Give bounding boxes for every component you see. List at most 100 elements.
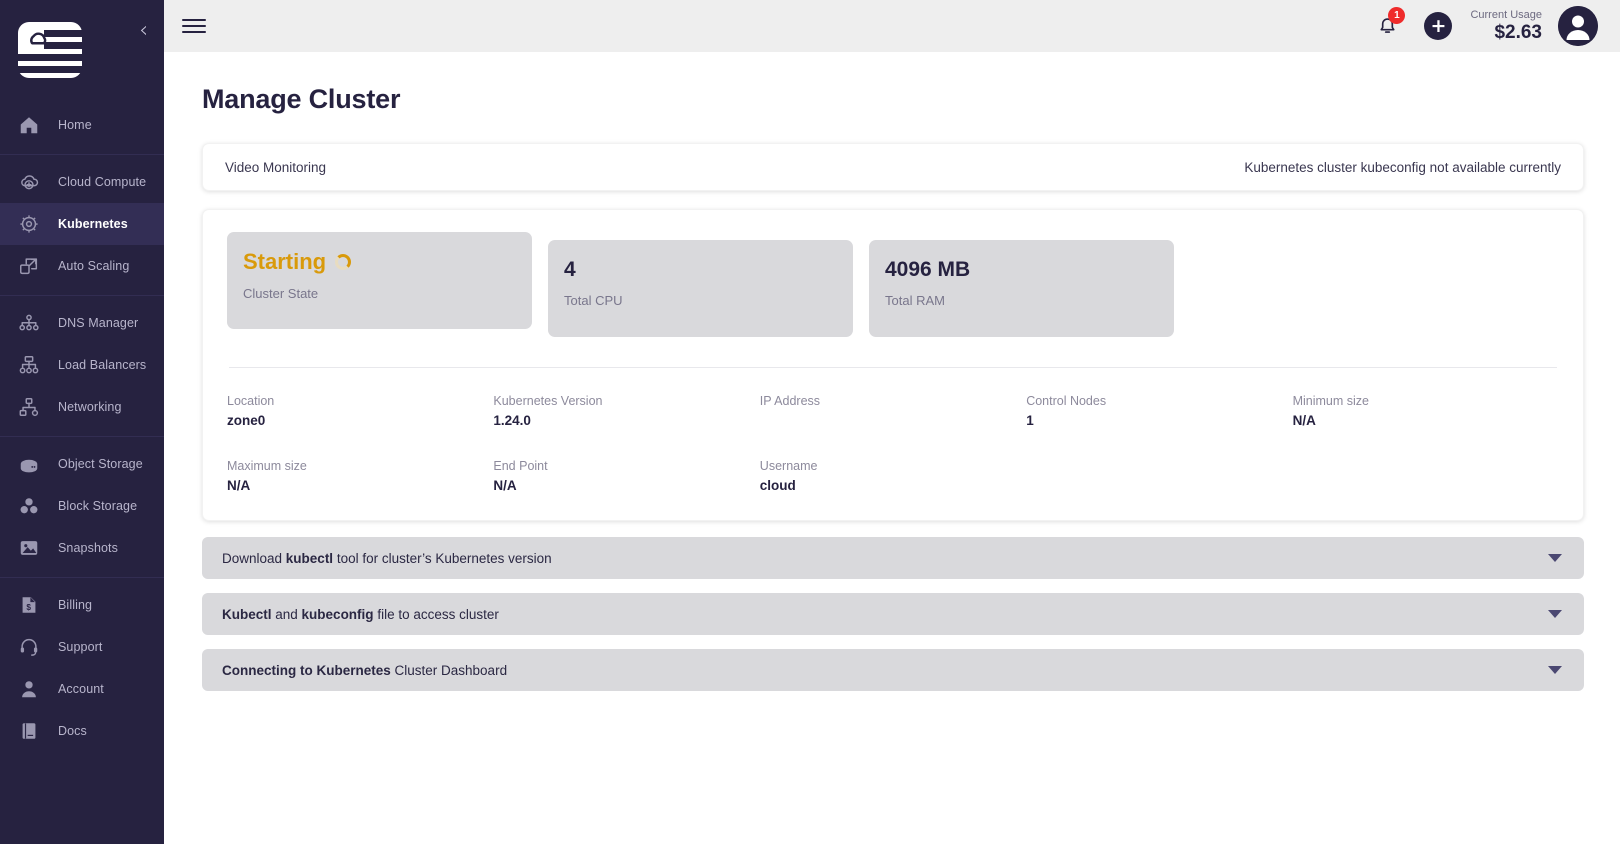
sidebar-header: ‹: [0, 0, 164, 104]
home-icon: [18, 114, 44, 136]
sidebar-item-label: Auto Scaling: [58, 259, 129, 273]
stat-value: Starting: [243, 250, 516, 274]
sidebar-item-label: Load Balancers: [58, 358, 146, 372]
meta-empty: [1293, 459, 1559, 494]
topbar-actions: 1 + Current Usage $2.63: [1368, 6, 1598, 46]
load-balancer-icon: [18, 354, 44, 376]
kubernetes-helm-icon: [18, 213, 44, 235]
docs-book-icon: [18, 720, 44, 742]
sidebar-item-label: Account: [58, 682, 104, 696]
auto-scaling-icon: [18, 255, 44, 277]
block-storage-icon: [18, 495, 44, 517]
meta-ip-address: IP Address: [760, 394, 1026, 429]
sidebar-item-account[interactable]: Account: [0, 668, 164, 710]
sidebar-item-label: Support: [58, 640, 102, 654]
current-usage-value: $2.63: [1470, 22, 1542, 44]
meta-location: Location zone0: [227, 394, 493, 429]
meta-label: Location: [227, 394, 493, 408]
stat-value-text: 4: [564, 258, 576, 281]
sidebar-item-auto-scaling[interactable]: Auto Scaling: [0, 245, 164, 287]
content: Video Monitoring Kubernetes cluster kube…: [164, 115, 1620, 691]
meta-value: N/A: [493, 478, 759, 494]
sidebar-item-kubernetes[interactable]: Kubernetes: [0, 203, 164, 245]
app-root: ‹ Home Cloud Compute Kubernetes Auto Scalin…: [0, 0, 1620, 844]
kubeconfig-status: Kubernetes cluster kubeconfig not availa…: [1244, 160, 1561, 175]
sidebar-item-networking[interactable]: Networking: [0, 386, 164, 428]
stat-card-total-cpu: 4 Total CPU: [548, 240, 853, 337]
current-usage-label: Current Usage: [1470, 8, 1542, 22]
sidebar-group-1: Cloud Compute Kubernetes Auto Scaling: [0, 155, 164, 296]
main-area: 1 + Current Usage $2.63 Manage Cluster: [164, 0, 1620, 844]
accordion-item-2[interactable]: Connecting to Kubernetes Cluster Dashboa…: [202, 649, 1584, 691]
loading-spinner-icon: [335, 254, 351, 270]
meta-minimum-size: Minimum sizeN/A: [1293, 394, 1559, 429]
sidebar-nav: Home Cloud Compute Kubernetes Auto Scaling D…: [0, 104, 164, 760]
stat-card-cluster-state: Starting Cluster State: [227, 232, 532, 329]
cloud-flag-logo[interactable]: [14, 14, 86, 86]
meta-value: 1: [1026, 413, 1292, 429]
stat-label: Cluster State: [243, 286, 516, 301]
add-button[interactable]: +: [1424, 12, 1452, 40]
sidebar-item-snapshots[interactable]: Snapshots: [0, 527, 164, 569]
cloud-compute-icon: [18, 171, 44, 193]
chevron-down-icon[interactable]: [1548, 554, 1562, 562]
sidebar-item-object-storage[interactable]: Object Storage: [0, 443, 164, 485]
stat-card-total-ram: 4096 MB Total RAM: [869, 240, 1174, 337]
meta-end-point: End Point N/A: [493, 459, 759, 494]
account-user-icon: [18, 678, 44, 700]
accordion-item-0[interactable]: Download kubectl tool for cluster’s Kube…: [202, 537, 1584, 579]
sidebar-item-label: Snapshots: [58, 541, 118, 555]
svg-text:$: $: [26, 603, 31, 612]
video-monitoring-label: Video Monitoring: [225, 160, 326, 175]
meta-empty: [1026, 459, 1292, 494]
meta-value: [760, 413, 1026, 429]
stat-label: Total RAM: [885, 293, 1158, 308]
notification-badge: 1: [1388, 7, 1405, 24]
sidebar-item-label: Billing: [58, 598, 92, 612]
sidebar-item-cloud-compute[interactable]: Cloud Compute: [0, 161, 164, 203]
stat-value: 4: [564, 258, 837, 281]
chevron-down-icon[interactable]: [1548, 666, 1562, 674]
billing-icon: $: [18, 594, 44, 616]
accordion-item-1[interactable]: Kubectl and kubeconfig file to access cl…: [202, 593, 1584, 635]
avatar[interactable]: [1558, 6, 1598, 46]
video-monitoring-card: Video Monitoring Kubernetes cluster kube…: [202, 143, 1584, 191]
stat-value-text: 4096 MB: [885, 258, 970, 281]
sidebar-collapse-icon[interactable]: ‹: [139, 20, 148, 42]
cluster-stats: Starting Cluster State 4 Total CPU 4096 MB To…: [227, 232, 1559, 337]
topbar: 1 + Current Usage $2.63: [164, 0, 1620, 52]
meta-label: IP Address: [760, 394, 1026, 408]
accordion-title: Download kubectl tool for cluster’s Kube…: [222, 551, 552, 566]
accordion-title: Kubectl and kubeconfig file to access cl…: [222, 607, 499, 622]
sidebar-item-support[interactable]: Support: [0, 626, 164, 668]
hamburger-icon[interactable]: [182, 15, 206, 37]
meta-value: zone0: [227, 413, 493, 429]
meta-label: Username: [760, 459, 1026, 473]
stat-label: Total CPU: [564, 293, 837, 308]
sidebar-item-billing[interactable]: $ Billing: [0, 584, 164, 626]
sidebar: ‹ Home Cloud Compute Kubernetes Auto Scalin…: [0, 0, 164, 844]
support-headset-icon: [18, 636, 44, 658]
sidebar-group-2: DNS Manager Load Balancers Networking: [0, 296, 164, 437]
sidebar-item-home[interactable]: Home: [0, 104, 164, 146]
sidebar-item-dns-manager[interactable]: DNS Manager: [0, 302, 164, 344]
sidebar-item-block-storage[interactable]: Block Storage: [0, 485, 164, 527]
meta-value: [1026, 464, 1292, 480]
notifications-button[interactable]: 1: [1368, 7, 1406, 45]
meta-value: cloud: [760, 478, 1026, 494]
snapshots-icon: [18, 537, 44, 559]
meta-label: End Point: [493, 459, 759, 473]
cluster-detail-card: Starting Cluster State 4 Total CPU 4096 MB To…: [202, 209, 1584, 521]
sidebar-item-label: Kubernetes: [58, 217, 128, 231]
meta-control-nodes: Control Nodes1: [1026, 394, 1292, 429]
sidebar-item-label: Home: [58, 118, 92, 132]
sidebar-item-docs[interactable]: Docs: [0, 710, 164, 752]
sidebar-item-label: Object Storage: [58, 457, 143, 471]
sidebar-item-load-balancers[interactable]: Load Balancers: [0, 344, 164, 386]
sidebar-item-label: Block Storage: [58, 499, 137, 513]
accordion-list: Download kubectl tool for cluster’s Kube…: [202, 537, 1584, 691]
stat-value: 4096 MB: [885, 258, 1158, 281]
chevron-down-icon[interactable]: [1548, 610, 1562, 618]
meta-maximum-size: Maximum sizeN/A: [227, 459, 493, 494]
meta-value: N/A: [1293, 413, 1559, 429]
